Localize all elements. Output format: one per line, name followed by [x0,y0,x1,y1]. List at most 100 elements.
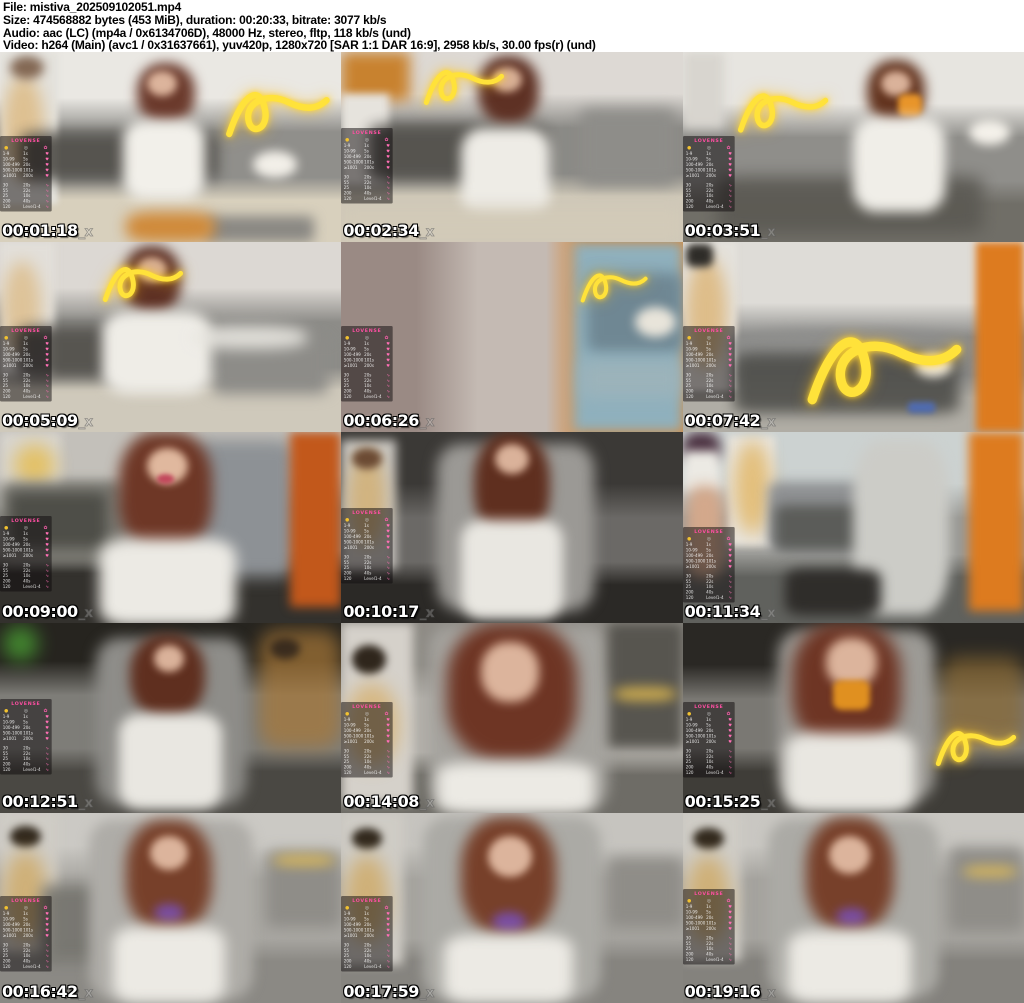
scene-blob [853,439,949,615]
neon-rope-light [807,337,961,405]
frame-timestamp: 00:01:18_x [2,221,93,241]
coin-icon: ● [4,524,9,531]
lovense-label: LOVENSE [352,130,382,136]
scene-blob [187,439,297,577]
scene-blob [614,687,676,701]
scene-blob [119,713,222,809]
scene-blob [98,538,236,623]
lovense-label: LOVENSE [693,704,724,710]
scene-blob [430,626,608,809]
video-frame-thumbnail: LOVENSE ● ◎ ✿ 1-9 1s ♥ 10-99 5s ♥ 100-499 20s ♥ 500-1… [0,52,342,243]
frame-timestamp: 00:14:08_x [343,791,434,811]
tip-menu-overlay: LOVENSE ● ◎ ✿ 1-9 1s ♥ 10-99 5s ♥ 100-499 20s ♥ 500-1… [682,888,735,965]
scene-blob [269,637,301,659]
target-icon: ◎ [365,136,370,143]
tip-menu-row: 120 Level1-4 ∿ [344,577,391,582]
tip-menu-overlay: LOVENSE ● ◎ ✿ 1-9 1s ♥ 10-99 5s ♥ 100-499 20s ♥ 500-1… [0,896,52,972]
flower-icon: ✿ [384,136,389,143]
frame-timestamp: 00:11:34_x [684,601,776,621]
thumbnail-grid: LOVENSE ● ◎ ✿ 1-9 1s ♥ 10-99 5s ♥ 100-499 20s ♥ 500-1… [0,52,1024,1003]
scene-blob [488,835,533,878]
flower-icon: ✿ [43,144,48,150]
tip-menu-row: 30 20s ∿ [2,745,49,751]
tip-menu-row: 100-499 20s ♥ [2,725,49,730]
flower-icon: ✿ [726,711,731,717]
scene-blob [907,401,936,414]
coin-icon: ● [4,707,9,713]
tip-menu-row: 30 20s ∿ [2,182,49,188]
scene-blob [682,52,724,129]
lovense-label: LOVENSE [11,327,41,334]
scene-blob [368,124,547,182]
coin-icon: ● [4,905,9,911]
scene-blob [682,432,721,463]
tip-menu-overlay: LOVENSE ● ◎ ✿ 1-9 1s ♥ 10-99 5s ♥ 100-499 20s ♥ 500-1… [0,325,52,402]
scene-blob [477,55,540,125]
scene-blob [942,656,1024,741]
target-icon: ◎ [23,707,28,713]
flower-icon: ✿ [384,517,389,523]
watermark-x: _x [761,985,776,1002]
scene-blob [491,67,523,92]
target-icon: ◎ [706,144,711,150]
scene-blob [897,93,922,117]
scene-blob [832,679,871,711]
watermark-x: _x [761,415,776,431]
target-icon: ◎ [706,897,711,904]
lovense-label: LOVENSE [11,137,41,144]
tip-menu-row: 55 22s ∿ [685,188,732,193]
coin-icon: ● [686,334,691,341]
scene-blob [767,818,939,998]
tip-menu-icons: ● ◎ ✿ [2,708,50,713]
neon-rope-light [580,273,648,303]
watermark-x: _x [761,225,776,241]
tip-menu-icons: ● ◎ ✿ [343,335,391,340]
scene-blob [692,828,724,849]
tip-menu-icons: ● ◎ ✿ [2,335,50,340]
tip-menu-row: 200 40s ∿ [685,198,732,204]
scene-blob [273,854,335,867]
scene-blob [866,59,925,125]
tip-menu-overlay: LOVENSE ● ◎ ✿ 1-9 1s ♥ 10-99 5s ♥ 100-499 20s ♥ 500-1… [682,702,735,778]
file-size-line: Size: 474568882 bytes (453 MiB), duratio… [3,12,387,27]
target-icon: ◎ [706,334,711,341]
tip-menu-overlay: LOVENSE ● ◎ ✿ 1-9 1s ♥ 10-99 5s ♥ 100-499 20s ♥ 500-1… [341,896,394,972]
scene-blob [119,432,212,551]
frame-timestamp: 00:10:17_x [343,601,434,621]
scene-blob [191,325,308,349]
target-icon: ◎ [365,334,370,341]
frame-timestamp: 00:16:42_x [2,981,93,1001]
tip-menu-icons: ● ◎ ✿ [685,711,733,716]
scene-blob [914,352,953,378]
tip-menu-row: ≥1001 200s ♥ [344,363,391,369]
tip-menu-row: 25 10s ∿ [2,193,49,199]
target-icon: ◎ [23,524,28,531]
scene-blob [573,242,683,433]
scene-blob [880,71,912,96]
scene-blob [351,447,383,469]
scene-blob [634,306,676,338]
video-info-line: Video: h264 (Main) (avc1 / 0x31637661), … [3,38,596,53]
watermark-x: _x [78,225,93,241]
scene-blob [153,645,185,673]
scene-blob [805,816,895,931]
tip-menu-row: 120 Level1-4 ∿ [344,394,391,400]
target-icon: ◎ [23,334,28,341]
tip-menu-icons: ● ◎ ✿ [685,145,733,150]
lovense-label: LOVENSE [11,700,41,707]
scene-blob [767,481,912,551]
scene-blob [686,244,714,267]
tip-menu-row: ≥1001 200s ♥ [2,736,49,741]
video-frame-thumbnail: LOVENSE ● ◎ ✿ 1-9 1s ♥ 10-99 5s ♥ 100-499 20s ♥ 500-1… [682,812,1024,1003]
tip-menu-row: ≥1001 200s ♥ [344,165,391,171]
target-icon: ◎ [706,711,711,717]
tip-menu-row: 500-1000 101s ♥ [2,730,49,736]
target-icon: ◎ [365,711,370,717]
tip-menu-row: 1-9 1s ♥ [2,151,49,157]
scene-blob [423,816,601,1000]
flower-icon: ✿ [384,334,389,341]
target-icon: ◎ [23,905,28,911]
scene-blob [95,637,246,806]
coin-icon: ● [345,905,350,911]
flower-icon: ✿ [43,707,48,713]
